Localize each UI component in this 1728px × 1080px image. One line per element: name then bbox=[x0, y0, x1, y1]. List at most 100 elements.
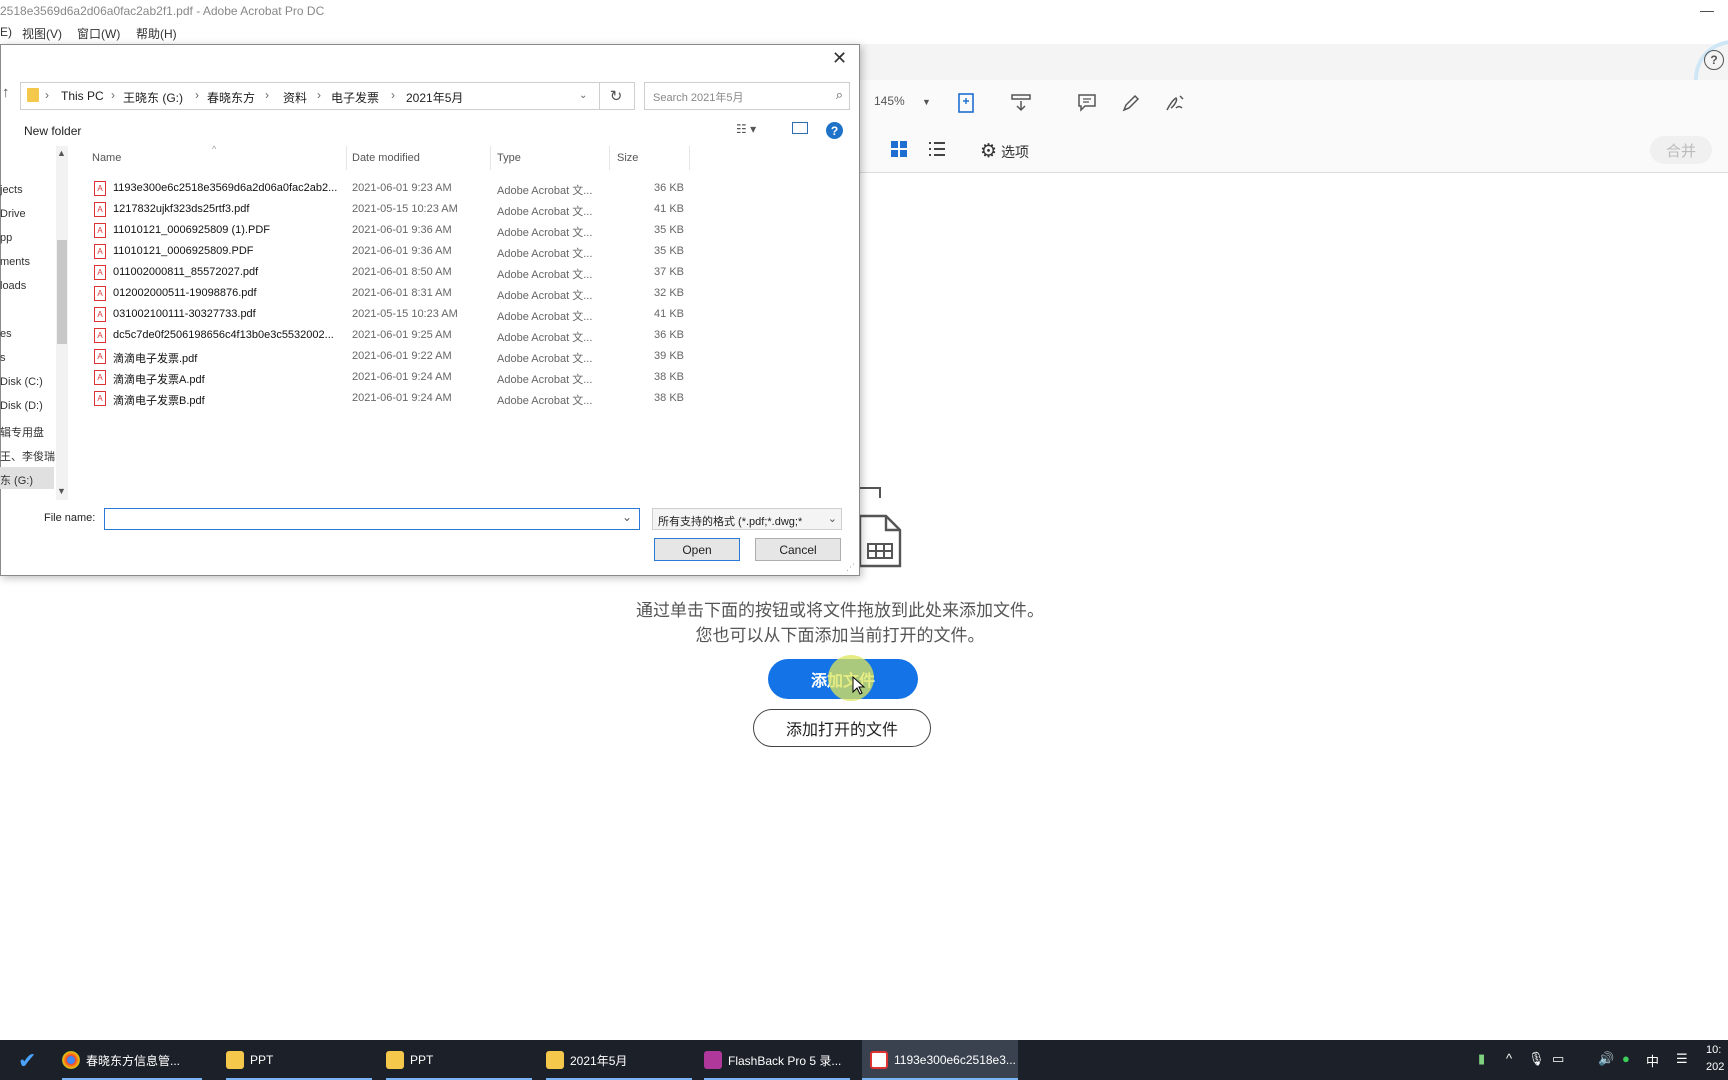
breadcrumb-current[interactable]: 2021年5月 bbox=[406, 89, 463, 106]
breadcrumb-folder[interactable]: 资料 bbox=[283, 89, 307, 106]
file-row[interactable]: A 011002000811_85572027.pdf 2021-06-01 8:5… bbox=[92, 262, 688, 283]
nav-item[interactable]: 王、李俊瑞 bbox=[0, 448, 55, 464]
grid-view-icon[interactable] bbox=[886, 136, 912, 162]
taskbar-item-ppt[interactable]: PPT bbox=[226, 1040, 372, 1080]
nav-item[interactable]: pp bbox=[0, 232, 12, 244]
taskbar-item-flashback[interactable]: FlashBack Pro 5 录... bbox=[704, 1040, 850, 1080]
help-icon[interactable]: ? bbox=[826, 122, 843, 139]
wechat-icon[interactable]: ● bbox=[1622, 1051, 1630, 1066]
nav-item-drive-g[interactable]: 东 (G:) bbox=[0, 472, 33, 488]
column-size[interactable]: Size bbox=[617, 152, 638, 164]
scroll-mode-icon[interactable] bbox=[1008, 90, 1034, 116]
preview-pane-icon[interactable] bbox=[792, 122, 808, 134]
file-row[interactable]: A 滴滴电子发票.pdf 2021-06-01 9:22 AM Adobe Acrob… bbox=[92, 346, 688, 367]
nav-item-drive-d[interactable]: Disk (D:) bbox=[0, 400, 43, 412]
nav-item[interactable]: s bbox=[0, 352, 6, 364]
list-view-icon[interactable] bbox=[924, 136, 950, 162]
file-name: 1217832ujkf323ds25rtf3.pdf bbox=[113, 203, 250, 215]
menu-edit[interactable]: E) bbox=[0, 25, 12, 39]
file-name-input[interactable] bbox=[104, 508, 640, 530]
file-row[interactable]: A 012002000511-19098876.pdf 2021-06-01 8:3… bbox=[92, 283, 688, 304]
file-date: 2021-05-15 10:23 AM bbox=[352, 203, 458, 215]
close-icon[interactable]: ✕ bbox=[832, 48, 847, 69]
resize-grip-icon[interactable]: ⋰ bbox=[846, 562, 855, 573]
file-type: Adobe Acrobat 文... bbox=[497, 227, 593, 239]
column-name[interactable]: Name bbox=[92, 152, 121, 164]
cancel-button[interactable]: Cancel bbox=[755, 538, 841, 561]
microphone-icon[interactable]: 🎙 bbox=[1528, 1051, 1545, 1067]
column-type[interactable]: Type bbox=[497, 152, 521, 164]
file-type-select[interactable]: 所有支持的格式 (*.pdf;*.dwg;* ⌄ bbox=[652, 508, 842, 530]
nav-item[interactable]: 辑专用盘 bbox=[0, 424, 44, 440]
gear-icon: ⚙ bbox=[980, 141, 998, 162]
menu-view[interactable]: 视图(V) bbox=[22, 25, 62, 42]
file-row[interactable]: A 1193e300e6c2518e3569d6a2d06a0fac2ab2...… bbox=[92, 178, 688, 199]
file-type: Adobe Acrobat 文... bbox=[497, 185, 593, 197]
clock-time[interactable]: 10: bbox=[1706, 1044, 1721, 1056]
network-icon[interactable]: ▭ bbox=[1552, 1051, 1564, 1067]
highlight-pen-icon[interactable] bbox=[1118, 90, 1144, 116]
comment-icon[interactable] bbox=[1074, 90, 1100, 116]
file-size: 32 KB bbox=[654, 287, 684, 299]
taskbar-item-folder[interactable]: 2021年5月 bbox=[546, 1040, 692, 1080]
chevron-up-icon[interactable]: ^ bbox=[1506, 1051, 1512, 1066]
chevron-down-icon[interactable]: ⌄ bbox=[622, 510, 632, 524]
file-row[interactable]: A 滴滴电子发票B.pdf 2021-06-01 9:24 AM Adobe Acro… bbox=[92, 388, 688, 409]
file-row[interactable]: A 11010121_0006925809.PDF 2021-06-01 9:36 … bbox=[92, 241, 688, 262]
scroll-up-icon[interactable]: ▲ bbox=[57, 148, 66, 158]
nav-item[interactable]: loads bbox=[0, 280, 26, 292]
nav-item[interactable]: ments bbox=[0, 256, 30, 268]
fit-page-icon[interactable] bbox=[954, 90, 980, 116]
minimize-button[interactable]: — bbox=[1700, 2, 1714, 18]
file-row[interactable]: A 1217832ujkf323ds25rtf3.pdf 2021-05-15 10… bbox=[92, 199, 688, 220]
breadcrumb-folder[interactable]: 春晓东方 bbox=[207, 89, 255, 106]
column-date[interactable]: Date modified bbox=[352, 152, 420, 164]
taskbar-label: 春晓东方信息管... bbox=[86, 1053, 181, 1068]
nav-item[interactable]: es bbox=[0, 328, 12, 340]
breadcrumb-drive[interactable]: 王晓东 (G:) bbox=[123, 89, 183, 106]
open-button[interactable]: Open bbox=[654, 538, 740, 561]
help-icon[interactable]: ? bbox=[1704, 50, 1724, 70]
menu-help[interactable]: 帮助(H) bbox=[136, 25, 177, 42]
view-options-icon[interactable]: ☷ ▾ bbox=[736, 122, 756, 136]
new-folder-button[interactable]: New folder bbox=[24, 124, 81, 138]
sign-icon[interactable] bbox=[1162, 90, 1188, 116]
folder-icon bbox=[386, 1051, 404, 1069]
taskbar-item-acrobat[interactable]: 1193e300e6c2518e3... bbox=[862, 1040, 1018, 1080]
ime-indicator[interactable]: 中 bbox=[1646, 1051, 1659, 1070]
file-row[interactable]: A 滴滴电子发票A.pdf 2021-06-01 9:24 AM Adobe Acro… bbox=[92, 367, 688, 388]
refresh-icon[interactable]: ↻ bbox=[598, 82, 635, 110]
file-row[interactable]: Adc5c7de0f2506198656c4f13b0e3c5532002...… bbox=[92, 325, 688, 346]
battery-icon[interactable]: ▮ bbox=[1478, 1051, 1485, 1067]
taskbar-item-chrome[interactable]: 春晓东方信息管... bbox=[62, 1040, 202, 1080]
file-row[interactable]: A 031002100111-30327733.pdf 2021-05-15 10:… bbox=[92, 304, 688, 325]
nav-item[interactable]: jects bbox=[0, 184, 23, 196]
chevron-down-icon[interactable]: ⌄ bbox=[579, 90, 587, 101]
nav-item[interactable]: Drive bbox=[0, 208, 26, 220]
breadcrumb-this-pc[interactable]: This PC bbox=[61, 89, 104, 103]
file-size: 41 KB bbox=[654, 308, 684, 320]
address-bar[interactable]: › This PC › 王晓东 (G:) › 春晓东方 › 资料 › 电子发票 … bbox=[20, 82, 600, 110]
pdf-file-icon: A bbox=[94, 223, 106, 238]
volume-icon[interactable]: 🔊 bbox=[1598, 1051, 1614, 1067]
nav-item-drive-c[interactable]: Disk (C:) bbox=[0, 376, 43, 388]
add-open-files-button[interactable]: 添加打开的文件 bbox=[753, 709, 931, 747]
file-type: Adobe Acrobat 文... bbox=[497, 206, 593, 218]
menu-window[interactable]: 窗口(W) bbox=[77, 25, 120, 42]
task-view-icon[interactable]: ✔ bbox=[18, 1048, 36, 1074]
zoom-level[interactable]: 145% ▼ bbox=[874, 94, 931, 108]
file-row[interactable]: A 11010121_0006925809 (1).PDF 2021-06-01 9… bbox=[92, 220, 688, 241]
menu-bar: E) 视图(V) 窗口(W) 帮助(H) bbox=[0, 22, 1728, 44]
up-folder-icon[interactable]: ↑ bbox=[2, 84, 10, 101]
keyboard-icon[interactable]: ☰ bbox=[1676, 1051, 1688, 1067]
column-divider bbox=[346, 146, 347, 170]
breadcrumb-folder[interactable]: 电子发票 bbox=[331, 89, 379, 106]
merge-button[interactable]: 合并 bbox=[1650, 136, 1712, 164]
nav-scroll-thumb[interactable] bbox=[57, 240, 67, 344]
search-input[interactable]: Search 2021年5月 ⌕ bbox=[644, 82, 850, 110]
taskbar-item-ppt[interactable]: PPT bbox=[386, 1040, 532, 1080]
scroll-down-icon[interactable]: ▼ bbox=[57, 486, 66, 496]
clock-date[interactable]: 202 bbox=[1706, 1061, 1724, 1073]
options-button[interactable]: ⚙ 选项 bbox=[980, 140, 1029, 163]
folder-icon bbox=[27, 88, 39, 102]
